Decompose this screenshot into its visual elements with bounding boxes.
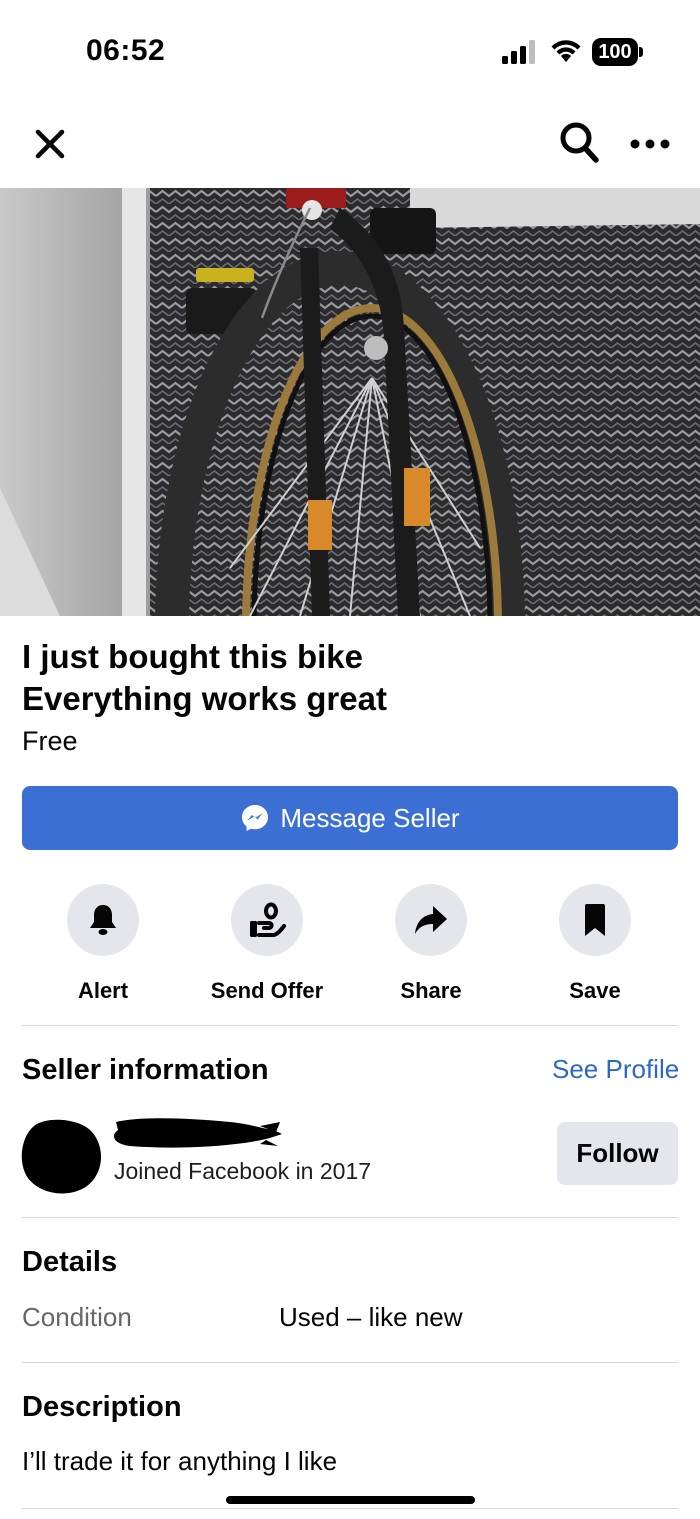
description-heading: Description [22, 1391, 182, 1423]
share-icon [415, 906, 447, 934]
action-row: Alert Send Offer Share Save [0, 884, 700, 1004]
see-profile-link[interactable]: See Profile [552, 1054, 679, 1085]
offer-icon [250, 902, 286, 937]
listing-title: I just bought this bike Everything works… [22, 636, 682, 720]
seller-joined-text: Joined Facebook in 2017 [114, 1158, 372, 1184]
alert-label: Alert [77, 978, 129, 1003]
more-options-button[interactable] [624, 120, 676, 168]
status-bar: 06:52 100 [0, 0, 700, 100]
divider [22, 1217, 678, 1218]
description-text: I’ll trade it for anything I like [22, 1446, 338, 1476]
condition-value: Used – like new [279, 1302, 463, 1332]
send-offer-circle [231, 884, 303, 956]
send-offer-label: Send Offer [210, 978, 324, 1003]
divider [22, 1025, 678, 1026]
bell-icon [90, 905, 116, 935]
close-icon [35, 129, 65, 159]
search-icon [560, 122, 599, 163]
wifi-icon [551, 40, 581, 62]
listing-title-line2: Everything works great [22, 680, 387, 717]
details-heading: Details [22, 1246, 118, 1278]
battery-icon: 100 [592, 38, 644, 66]
seller-avatar[interactable] [20, 1118, 104, 1194]
share-circle [395, 884, 467, 956]
save-label: Save [569, 978, 621, 1003]
condition-label: Condition [22, 1302, 132, 1332]
share-label: Share [400, 978, 462, 1003]
search-button[interactable] [554, 116, 604, 168]
divider [22, 1362, 678, 1363]
seller-info-heading: Seller information [22, 1054, 269, 1086]
status-time: 06:52 [86, 34, 166, 67]
bookmark-icon [585, 904, 605, 936]
battery-tip [639, 47, 643, 57]
save-circle [559, 884, 631, 956]
battery-level: 100 [592, 38, 638, 66]
bike-photo-image [0, 188, 700, 616]
messenger-icon [242, 805, 269, 831]
cellular-signal-icon [502, 40, 535, 64]
more-icon [630, 139, 670, 149]
listing-price: Free [22, 726, 78, 756]
divider [22, 1508, 678, 1509]
alert-button[interactable]: Alert [21, 884, 185, 1004]
share-button[interactable]: Share [349, 884, 513, 1004]
message-seller-button[interactable]: Message Seller [22, 786, 678, 850]
home-indicator[interactable] [226, 1496, 475, 1504]
listing-title-line1: I just bought this bike [22, 638, 363, 675]
message-seller-label: Message Seller [280, 802, 460, 833]
alert-circle [67, 884, 139, 956]
save-button[interactable]: Save [513, 884, 677, 1004]
seller-name-redacted [114, 1118, 282, 1148]
close-button[interactable] [26, 120, 74, 168]
follow-button[interactable]: Follow [557, 1122, 678, 1185]
top-nav-bar [0, 100, 700, 188]
listing-photo[interactable] [0, 188, 700, 616]
send-offer-button[interactable]: Send Offer [185, 884, 349, 1004]
